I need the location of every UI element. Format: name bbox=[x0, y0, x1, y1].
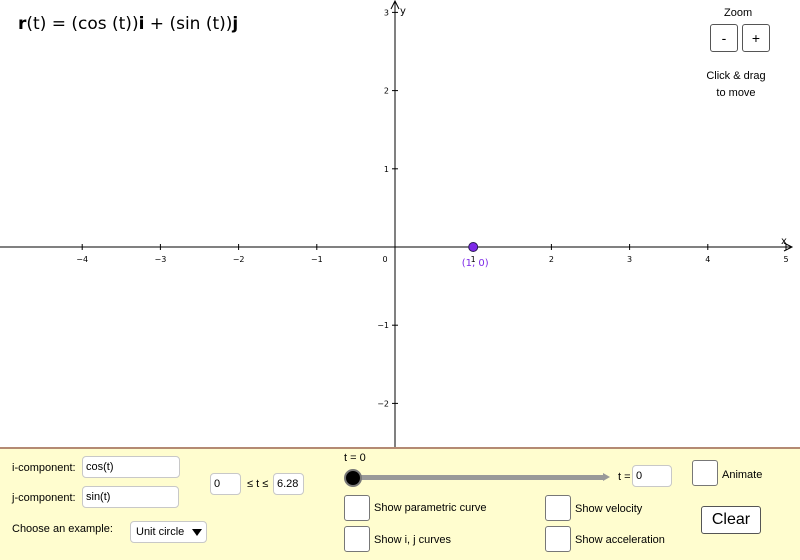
curve-point[interactable] bbox=[468, 242, 479, 252]
formula-mid: + (sin (t)) bbox=[144, 14, 233, 34]
t-value-label: t = bbox=[618, 471, 631, 483]
example-label: Choose an example: bbox=[12, 523, 113, 535]
control-panel: i-component: cos(t) j-component: sin(t) … bbox=[0, 447, 800, 560]
drag-hint: Click & drag to move bbox=[695, 68, 777, 102]
t-min-input[interactable]: 0 bbox=[210, 473, 241, 495]
show-parametric-curve-checkbox[interactable] bbox=[344, 495, 370, 521]
i-component-label: i-component: bbox=[12, 462, 76, 474]
drag-hint-line1: Click & drag bbox=[706, 70, 766, 82]
t-value-input[interactable]: 0 bbox=[632, 465, 672, 487]
x-tick-label: −1 bbox=[311, 255, 323, 264]
show-parametric-curve-label: Show parametric curve bbox=[374, 502, 487, 514]
t-range-label: ≤ t ≤ bbox=[247, 478, 269, 490]
show-ij-curves-label: Show i, j curves bbox=[374, 534, 452, 546]
x-tick-label: 2 bbox=[549, 255, 554, 264]
y-tick-label: 3 bbox=[384, 8, 389, 17]
t-slider-handle[interactable] bbox=[344, 469, 362, 487]
show-velocity-label: Show velocity bbox=[575, 503, 643, 515]
vector-function-formula: r(t) = (cos (t))i + (sin (t))j bbox=[18, 14, 238, 34]
show-velocity-checkbox[interactable] bbox=[545, 495, 571, 521]
y-tick-label: −1 bbox=[377, 321, 389, 330]
drag-hint-line2: to move bbox=[716, 87, 756, 99]
x-tick-label: −3 bbox=[155, 255, 167, 264]
y-tick-label: 2 bbox=[384, 87, 389, 96]
point-label: (1, 0) bbox=[462, 258, 489, 269]
animate-label: Animate bbox=[722, 469, 763, 481]
zoom-label: Zoom bbox=[724, 7, 753, 19]
example-selected: Unit circle bbox=[136, 526, 185, 538]
y-tick-label: 1 bbox=[384, 165, 389, 174]
x-tick-label: 4 bbox=[705, 255, 710, 264]
zoom-in-button[interactable]: + bbox=[742, 24, 770, 52]
j-component-label: j-component: bbox=[12, 492, 76, 504]
origin-label: 0 bbox=[382, 255, 387, 264]
formula-j: j bbox=[232, 14, 239, 34]
chevron-down-icon bbox=[192, 529, 202, 536]
zoom-out-button[interactable]: - bbox=[710, 24, 738, 52]
slider-arrow-icon bbox=[603, 473, 610, 481]
clear-button[interactable]: Clear bbox=[701, 506, 761, 534]
slider-label: t = 0 bbox=[344, 452, 366, 464]
y-axis-label: y bbox=[400, 6, 406, 17]
t-max-input[interactable]: 6.28 bbox=[273, 473, 304, 495]
animate-checkbox[interactable] bbox=[692, 460, 718, 486]
example-dropdown[interactable]: Unit circle bbox=[130, 521, 207, 543]
i-component-input[interactable]: cos(t) bbox=[82, 456, 180, 478]
show-acceleration-label: Show acceleration bbox=[575, 534, 665, 546]
graph-canvas[interactable]: x y −4 −3 −2 −1 1 2 3 4 5 321−1−2 0 (1, 0) bbox=[0, 0, 800, 447]
formula-arg: (t) = (cos (t)) bbox=[26, 14, 139, 34]
t-slider-track[interactable] bbox=[354, 475, 604, 480]
show-ij-curves-checkbox[interactable] bbox=[344, 526, 370, 552]
x-tick-label: 5 bbox=[783, 255, 788, 264]
x-tick-label: −2 bbox=[233, 255, 245, 264]
j-component-input[interactable]: sin(t) bbox=[82, 486, 179, 508]
x-tick-label: 3 bbox=[627, 255, 632, 264]
show-acceleration-checkbox[interactable] bbox=[545, 526, 571, 552]
x-tick-label: −4 bbox=[76, 255, 88, 264]
y-tick-label: −2 bbox=[377, 399, 389, 408]
